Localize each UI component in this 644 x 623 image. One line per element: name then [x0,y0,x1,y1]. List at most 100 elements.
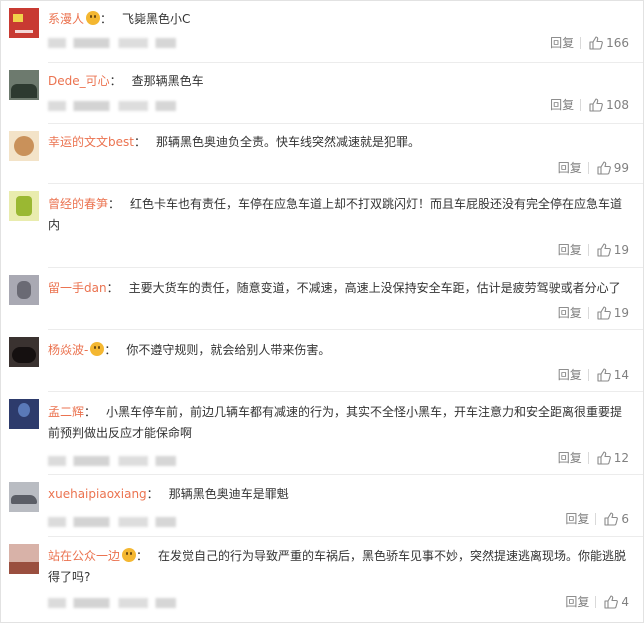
action-divider [587,452,589,464]
reply-button[interactable]: 回复 [550,96,574,114]
colon: ： [136,549,149,563]
comment-item: Dede_可心： 查那辆黑色车 回复 108 [1,63,643,124]
reply-button[interactable]: 回复 [550,34,574,52]
comment-text: 小黑车停车前，前边几辆车都有减速的行为，其实不全怪小黑车，开车注意力和安全距离很… [48,405,623,440]
thumbs-up-icon [604,512,619,526]
comment-time-blurred [48,598,176,608]
like-count: 6 [621,512,629,526]
like-button[interactable]: 12 [597,449,629,467]
comment-item: 留一手dan： 主要大货车的责任，随意变道，不减速，高速上没保持安全车距，估计是疲… [1,268,643,330]
action-divider [587,162,589,174]
reply-button[interactable]: 回复 [558,366,582,384]
colon: ： [100,12,113,26]
vip-emoji-icon [122,548,137,562]
like-button[interactable]: 14 [597,366,629,384]
reply-button[interactable]: 回复 [558,304,582,322]
like-count: 14 [613,368,629,382]
like-count: 12 [613,451,629,465]
comment-item: xuehaipiaoxiang： 那辆黑色奥迪车是罪魁 回复 6 [1,475,643,537]
comment-item: 站在公众一边：在发觉自己的行为导致严重的车祸后，黑色骄车见事不妙，突然提速逃离现… [1,537,643,622]
colon: ： [104,343,117,357]
comment-time-blurred [48,517,176,527]
comment-time-blurred [48,101,176,111]
avatar[interactable] [9,191,39,221]
like-count: 166 [606,36,629,50]
comment-author[interactable]: xuehaipiaoxiang [48,487,147,501]
avatar[interactable] [9,131,39,161]
comment-author[interactable]: 留一手dan [48,281,107,295]
like-count: 4 [621,595,629,609]
comment-item: 杨焱波- ： 你不遵守规则，就会给别人带来伤害。 回复 14 [1,330,643,392]
comment-text: 飞毙黑色小C [122,12,191,26]
avatar-car [11,495,37,504]
comment-actions: 回复 108 [550,96,629,114]
avatar[interactable] [9,275,39,305]
thumbs-up-icon [589,98,603,112]
reply-button[interactable]: 回复 [565,510,589,528]
avatar[interactable] [9,544,39,574]
avatar[interactable] [9,337,39,367]
colon: ： [109,74,122,88]
action-divider [580,99,582,111]
comment-author[interactable]: 曾经的春笋 [48,197,108,211]
action-divider [595,596,597,608]
avatar-sunset [9,562,39,574]
avatar-caption [15,30,33,33]
comment-actions: 回复 19 [558,241,629,259]
avatar-character [16,196,32,216]
comment-author[interactable]: 系漫人 [48,12,84,26]
avatar[interactable] [9,482,39,512]
like-count: 108 [606,98,629,112]
comment-item: 系漫人 ： 飞毙黑色小C 回复 166 [1,1,643,63]
action-divider [587,244,589,256]
like-button[interactable]: 6 [604,510,629,528]
avatar-flag-icon [13,14,23,22]
like-count: 99 [613,161,629,175]
action-divider [580,37,582,49]
comment-author[interactable]: 孟二辉 [48,405,84,419]
like-button[interactable]: 19 [597,304,629,322]
comment-item: 孟二辉： 小黑车停车前，前边几辆车都有减速的行为，其实不全怪小黑车，开车注意力和安… [1,392,643,475]
vip-emoji-icon [90,342,105,356]
avatar-figure [11,84,37,98]
avatar[interactable] [9,70,39,100]
like-button[interactable]: 4 [604,593,629,611]
reply-button[interactable]: 回复 [565,593,589,611]
comment-text: 那辆黑色奥迪负全责。快车线突然减速就是犯罪。 [155,135,420,149]
colon: ： [106,281,119,295]
action-divider [587,369,589,381]
avatar[interactable] [9,8,39,38]
like-count: 19 [613,243,629,257]
avatar[interactable] [9,399,39,429]
like-button[interactable]: 108 [589,96,629,114]
like-button[interactable]: 19 [597,241,629,259]
like-count: 19 [613,306,629,320]
like-button[interactable]: 166 [589,34,629,52]
thumbs-up-icon [597,243,611,257]
comment-actions: 回复 19 [558,304,629,322]
avatar-figure [18,403,30,417]
comment-author[interactable]: 杨焱波- [48,343,88,357]
comment-text: 你不遵守规则，就会给别人带来伤害。 [126,343,331,357]
thumbs-up-icon [597,451,611,465]
comment-actions: 回复 4 [565,593,629,611]
thumbs-up-icon [589,36,603,50]
comment-time-blurred [48,456,176,466]
comment-text: 那辆黑色奥迪车是罪魁 [168,487,289,501]
reply-button[interactable]: 回复 [558,159,582,177]
comment-item: 曾经的春笋： 红色卡车也有责任，车停在应急车道上却不打双跳闪灯！而且车屁股还没有完… [1,184,643,268]
comment-author[interactable]: 幸运的文文best [48,135,134,149]
comment-author[interactable]: 站在公众一边 [48,549,120,563]
comment-actions: 回复 166 [550,34,629,52]
comment-text: 主要大货车的责任，随意变道，不减速，高速上没保持安全车距，估计是疲劳驾驶或者分心… [128,281,621,295]
comment-actions: 回复 14 [558,366,629,384]
reply-button[interactable]: 回复 [558,449,582,467]
thumbs-up-icon [597,368,611,382]
action-divider [587,307,589,319]
comment-author[interactable]: Dede_可心 [48,74,110,88]
avatar-figure [17,281,31,299]
like-button[interactable]: 99 [597,159,629,177]
comment-text: 查那辆黑色车 [131,74,204,88]
avatar-figure [12,347,36,363]
reply-button[interactable]: 回复 [558,241,582,259]
